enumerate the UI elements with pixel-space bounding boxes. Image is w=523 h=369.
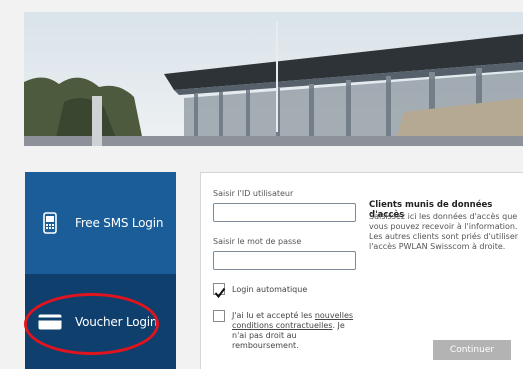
info-body: Saisissez ici les données d'accès que vo…: [369, 212, 519, 251]
terms-text: J'ai lu et accepté les nouvelles conditi…: [232, 311, 357, 351]
login-form-card: Saisir l'ID utilisateur Saisir le mot de…: [200, 172, 523, 369]
user-id-input[interactable]: [213, 203, 356, 222]
password-label: Saisir le mot de passe: [213, 237, 302, 246]
mobile-phone-icon: [25, 212, 75, 234]
tab-free-sms-login-label: Free SMS Login: [75, 216, 164, 230]
terms-prefix: J'ai lu et accepté les: [232, 311, 313, 320]
checkmark-icon: [214, 287, 226, 299]
auto-login-label: Login automatique: [232, 285, 308, 294]
user-id-label: Saisir l'ID utilisateur: [213, 189, 294, 198]
hero-building-photo: [24, 12, 523, 146]
highlight-ring-annotation: [24, 293, 159, 355]
tab-free-sms-login[interactable]: Free SMS Login: [25, 172, 176, 274]
continue-button[interactable]: Continuer: [433, 340, 511, 360]
password-input[interactable]: [213, 251, 356, 270]
auto-login-checkbox[interactable]: [213, 283, 226, 299]
terms-checkbox[interactable]: [213, 310, 225, 322]
